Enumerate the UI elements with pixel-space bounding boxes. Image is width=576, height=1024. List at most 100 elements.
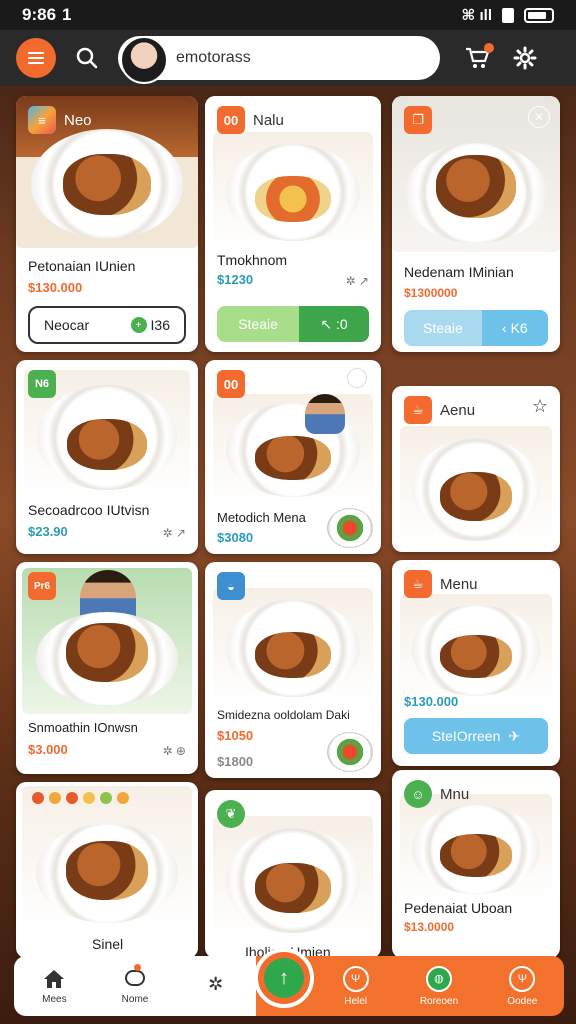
side-dish-thumbnail[interactable] bbox=[327, 508, 373, 548]
cart-button[interactable] bbox=[460, 41, 494, 75]
settings-button[interactable] bbox=[508, 41, 542, 75]
card-price: $3.000 bbox=[28, 742, 68, 757]
close-icon[interactable]: ✕ bbox=[528, 106, 550, 128]
food-card[interactable]: ❐ ✕ Nedenam IMinian $1300000 Steaie ‹ K6 bbox=[392, 96, 560, 352]
card-price: $13.0000 bbox=[404, 920, 455, 934]
card-label: Nalu bbox=[253, 112, 284, 129]
food-card[interactable]: ☕ Aenu ☆ bbox=[392, 386, 560, 552]
topping-dots bbox=[32, 792, 129, 804]
share-icon[interactable]: ✲ ↗ bbox=[346, 274, 369, 288]
nav-hotel[interactable]: Ψ Helel bbox=[314, 956, 397, 1016]
food-image bbox=[213, 394, 373, 504]
burger-icon: ≡ bbox=[28, 106, 56, 134]
food-card[interactable]: 00 Metodich Mena $3080 bbox=[205, 360, 381, 554]
nav-orders[interactable]: Ψ Oodee bbox=[481, 956, 564, 1016]
food-image bbox=[213, 816, 373, 940]
nav-home[interactable]: Mees bbox=[14, 956, 95, 1016]
food-card[interactable]: Sinel bbox=[16, 782, 198, 958]
food-card[interactable]: ◒ Smidezna ooldolam Daki $1050 $1800 bbox=[205, 562, 381, 778]
card-price: $130.000 bbox=[28, 280, 83, 295]
card-price-secondary: $1800 bbox=[217, 754, 254, 769]
food-card[interactable]: 00 Nalu Tmokhnom $1230 ✲ ↗ Steaie ↖ :0 bbox=[205, 96, 381, 352]
menu-button[interactable] bbox=[16, 38, 56, 78]
search-bar[interactable] bbox=[118, 36, 440, 84]
card-title: Smidezna ooldolam Daki bbox=[217, 708, 350, 722]
food-card[interactable]: ≡ Neo Petonaian IUnien $130.000 Neocar +… bbox=[16, 96, 198, 352]
favorite-icon[interactable]: ✲ ⊕ bbox=[163, 744, 186, 758]
food-card[interactable]: ☕ Menu $130.000 SteIOrreen ✈ bbox=[392, 560, 560, 766]
food-card[interactable]: ☺ Mnu Pedenaiat Uboan $13.0000 bbox=[392, 770, 560, 958]
chip-label: I36 bbox=[150, 317, 170, 333]
center-action-button[interactable]: ↑ bbox=[254, 948, 314, 1008]
clock: 9:86 bbox=[22, 5, 57, 24]
action-button[interactable]: Steaie ↖ :0 bbox=[217, 306, 369, 342]
action-button-left: Steaie bbox=[217, 306, 300, 342]
food-image bbox=[400, 594, 552, 702]
card-title: Secoadrcoo IUtvisn bbox=[28, 502, 150, 518]
share-icon[interactable]: ✲ ↗ bbox=[163, 526, 186, 540]
food-image bbox=[400, 426, 552, 548]
order-button[interactable]: Neocar + I36 bbox=[28, 306, 186, 344]
home-icon bbox=[42, 968, 66, 990]
nav-explore[interactable]: ✲ bbox=[175, 956, 256, 1016]
nav-messages-label: Nome bbox=[121, 993, 149, 1005]
recipe-icon: ◍ bbox=[425, 965, 452, 992]
carrier-mark: 1 bbox=[62, 5, 72, 24]
card-title: Nedenam IMinian bbox=[404, 264, 514, 280]
avatar[interactable] bbox=[120, 36, 168, 84]
search-button[interactable] bbox=[70, 41, 104, 75]
card-title: Snmoathin IOnwsn bbox=[28, 720, 138, 735]
leaf-icon: ❦ bbox=[217, 800, 245, 828]
food-icon: ☺ bbox=[404, 780, 432, 808]
nav-home-label: Mees bbox=[42, 993, 67, 1005]
card-label: Menu bbox=[440, 576, 478, 593]
bottom-nav: Mees Nome ✲ Ψ Helel ◍ Roreoen Ψ Oodee ↑ bbox=[14, 948, 564, 1016]
card-title: Sinel bbox=[92, 936, 124, 952]
food-card[interactable]: ❦ Iholian Umien bbox=[205, 790, 381, 958]
chef-photo bbox=[305, 394, 345, 434]
food-icon: 00 bbox=[217, 106, 245, 134]
notification-icon bbox=[347, 368, 367, 388]
explore-icon: ✲ bbox=[208, 973, 224, 994]
card-price: $1300000 bbox=[404, 286, 458, 300]
food-image bbox=[213, 132, 373, 248]
food-card[interactable]: N6 Secoadrcoo IUtvisn $23.90 ✲ ↗ bbox=[16, 360, 198, 554]
nav-recipes-label: Roreoen bbox=[419, 995, 459, 1007]
nav-messages[interactable]: Nome bbox=[95, 956, 176, 1016]
sim-icon bbox=[502, 7, 514, 23]
nav-recipes[interactable]: ◍ Roreoen bbox=[397, 956, 480, 1016]
card-price: $3080 bbox=[217, 530, 254, 545]
nav-hotel-label: Helel bbox=[344, 995, 368, 1007]
side-dish-thumbnail[interactable] bbox=[327, 732, 373, 772]
search-input[interactable] bbox=[176, 49, 396, 67]
search-icon bbox=[76, 47, 98, 69]
top-bar bbox=[0, 30, 576, 86]
action-button[interactable]: Steaie ‹ K6 bbox=[404, 310, 548, 346]
food-icon: N6 bbox=[28, 370, 56, 398]
star-icon[interactable]: ☆ bbox=[532, 396, 548, 417]
hotel-icon: Ψ bbox=[342, 965, 369, 992]
chat-icon bbox=[123, 968, 147, 990]
order-icon: Ψ bbox=[509, 965, 536, 992]
status-bar: 9:86 1 ⌘ ıll bbox=[0, 0, 576, 30]
food-icon: Pr6 bbox=[28, 572, 56, 600]
card-price: $23.90 bbox=[28, 524, 68, 539]
order-button-label: Neocar bbox=[44, 317, 90, 333]
action-button-left: Steaie bbox=[404, 310, 482, 346]
card-price: $1050 bbox=[217, 728, 254, 743]
card-price: $130.000 bbox=[404, 694, 459, 709]
card-title: Petonaian IUnien bbox=[28, 258, 136, 274]
menu-icon bbox=[28, 52, 44, 54]
card-title: Metodich Mena bbox=[217, 510, 306, 525]
food-icon: 00 bbox=[217, 370, 245, 398]
order-button[interactable]: SteIOrreen ✈ bbox=[404, 718, 548, 754]
food-icon: ❐ bbox=[404, 106, 432, 134]
food-icon: ☕ bbox=[404, 396, 432, 424]
food-card[interactable]: Pr6 Snmoathin IOnwsn $3.000 ✲ ⊕ bbox=[16, 562, 198, 774]
card-title: Pedenaiat Uboan bbox=[404, 900, 513, 916]
nav-orders-label: Oodee bbox=[507, 995, 538, 1007]
food-image bbox=[22, 786, 192, 932]
food-image bbox=[400, 794, 552, 900]
cart-badge bbox=[484, 43, 494, 53]
food-icon: ☕ bbox=[404, 570, 432, 598]
